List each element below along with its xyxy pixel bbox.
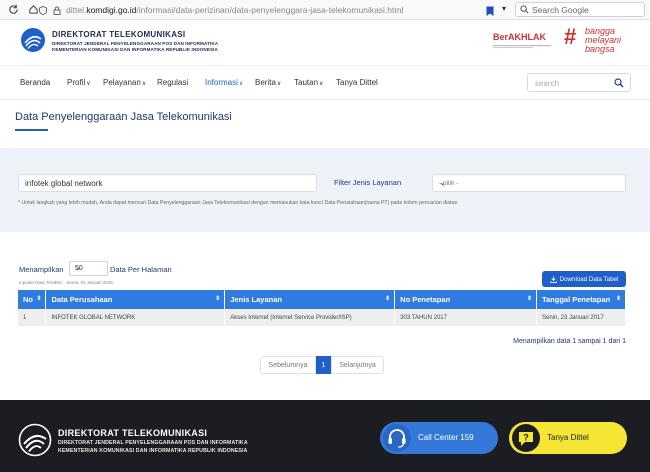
headset-icon [383, 424, 411, 452]
nav-item-beranda[interactable]: Beranda [20, 78, 50, 87]
column-header-data-perusahaan[interactable]: Data Perusahaan ⬍ [45, 290, 226, 309]
kominfo-logo-icon[interactable] [20, 27, 46, 53]
brand-title: DIREKTORAT TELEKOMUNIKASI [52, 30, 186, 39]
search-icon [520, 5, 529, 14]
previous-page-button[interactable]: Sebelumnya [260, 356, 316, 374]
cell-no: 1 [18, 309, 47, 326]
address-bar[interactable]: dittel.komdigi.go.id/informasi/data-peri… [38, 2, 508, 18]
table-row: 1 INFOTEK GLOBAL NETWORK Akses Internet … [18, 309, 627, 326]
cell-tanggal-penetapan: Senin, 23 Januari 2017 [536, 309, 627, 326]
cell-data-perusahaan: INFOTEK GLOBAL NETWORK [45, 309, 226, 326]
browser-search-placeholder: Search Google [532, 4, 589, 15]
tanya-dittel-button[interactable]: ? Tanya Dittel [509, 422, 627, 454]
column-header-no[interactable]: No ⬍ [18, 290, 47, 309]
question-chat-icon: ? [512, 424, 540, 452]
bangga-hash-logo: # [564, 24, 577, 49]
pagination: Sebelumnya 1 Selanjutnya [260, 356, 384, 374]
lock-icon [52, 5, 62, 15]
chevron-down-icon: ∨ [141, 81, 147, 87]
column-header-tanggal-penetapan[interactable]: Tanggal Penetapan ⬍ [536, 290, 627, 309]
table-info: Menampilkan data 1 sampai 1 dari 1 [513, 338, 626, 345]
data-table: No ⬍ Data Perusahaan ⬍ Jenis Layanan ⬍ No P… [18, 290, 627, 326]
search-icon[interactable] [614, 78, 624, 88]
site-header: DIREKTORAT TELEKOMUNIKASI DIREKTORAT JEN… [0, 20, 650, 66]
chevron-down-icon: ∨ [238, 81, 244, 87]
main-navigation: Beranda Profil∨ Pelayanan∨ Regulasi Info… [0, 66, 650, 100]
shield-icon [38, 5, 48, 15]
svg-text:?: ? [523, 433, 529, 443]
chevron-down-icon: ∨ [319, 81, 324, 87]
page-1-button[interactable]: 1 [316, 356, 331, 374]
sort-icon: ⬍ [615, 296, 621, 302]
company-search-input[interactable]: infotek global network [18, 174, 317, 192]
footer-subtitle: DIREKTORAT JENDERAL PENYELENGGARAAN POS … [58, 440, 248, 446]
chevron-down-icon[interactable]: ▾ [502, 4, 506, 13]
brand-subtitle: DIREKTORAT JENDERAL PENYELENGGARAAN POS … [52, 41, 219, 46]
bookmark-icon[interactable] [486, 4, 494, 16]
chevron-down-icon: ⌄ [439, 178, 446, 187]
chevron-down-icon: ∨ [86, 81, 91, 87]
per-page-select[interactable]: 50 ⌄ [69, 261, 108, 276]
site-search-input[interactable]: search [527, 73, 631, 92]
browser-toolbar: dittel.komdigi.go.id/informasi/data-peri… [0, 0, 650, 20]
jenis-layanan-select[interactable]: - pilih - ⌄ [432, 174, 626, 192]
download-table-button[interactable]: Download Data Tabel [542, 271, 626, 287]
nav-item-berita[interactable]: Berita∨ [255, 78, 281, 87]
brand-subtitle-ministry: KEMENTERIAN KOMUNIKASI DAN INFORMATIKA R… [52, 47, 218, 52]
browser-search-input[interactable]: Search Google [515, 2, 645, 17]
company-search-value: infotek global network [25, 179, 103, 188]
footer-subtitle-ministry: KEMENTERIAN KOMUNIKASI DAN INFORMATIKA R… [58, 448, 248, 454]
sort-icon: ⬍ [385, 296, 391, 302]
nav-item-pelayanan[interactable]: Pelayanan∨ [103, 78, 146, 87]
column-header-jenis-layanan[interactable]: Jenis Layanan ⬍ [224, 290, 396, 309]
sort-icon: ⬍ [526, 296, 532, 302]
filter-note: * Untuk langkah yang lebih mudah, Anda d… [18, 200, 458, 206]
bangga-melayani-bangsa-logo: bangga melayani bangsa [585, 26, 622, 54]
last-input-date: Inputan Data Terakhir : Jumat, 03 Januar… [19, 280, 113, 285]
nav-item-tautan[interactable]: Tautan∨ [294, 78, 323, 87]
sort-icon: ⬍ [36, 296, 42, 302]
title-underline [15, 129, 48, 131]
chevron-down-icon: ∨ [276, 81, 282, 87]
nav-item-profil[interactable]: Profil∨ [67, 78, 91, 87]
site-footer: DIREKTORAT TELEKOMUNIKASI DIREKTORAT JEN… [0, 400, 650, 472]
cell-no-penetapan: 303 TAHUN 2017 [394, 309, 537, 326]
cell-jenis-layanan: Akses Internet (Internet Service Provide… [224, 309, 396, 326]
column-header-no-penetapan[interactable]: No Penetapan ⬍ [394, 290, 537, 309]
nav-item-tanya-dittel[interactable]: Tanya Dittel [336, 78, 378, 87]
footer-title: DIREKTORAT TELEKOMUNIKASI [58, 428, 208, 438]
call-center-button[interactable]: Call Center 159 [380, 422, 498, 454]
sort-icon: ⬍ [215, 296, 221, 302]
nav-item-regulasi[interactable]: Regulasi [157, 78, 188, 87]
reload-icon[interactable] [6, 3, 20, 17]
kominfo-logo-icon [18, 423, 52, 457]
nav-item-informasi[interactable]: Informasi∨ [205, 78, 243, 87]
filter-jenis-label: Filter Jenis Layanan [334, 178, 402, 187]
next-page-button[interactable]: Selanjutnya [331, 356, 384, 374]
show-label: Menampilkan [19, 265, 64, 274]
chevron-down-icon: ⌄ [75, 265, 81, 272]
site-search-placeholder: search [535, 79, 560, 88]
berakhlak-logo: BerAKHLAK [493, 32, 553, 49]
filter-section: infotek global network Filter Jenis Laya… [0, 148, 650, 232]
url-text: dittel.komdigi.go.id/informasi/data-peri… [66, 5, 404, 15]
download-icon [549, 275, 557, 283]
page-title: Data Penyelenggaraan Jasa Telekomunikasi [15, 111, 232, 123]
per-page-label: Data Per Halaman [110, 265, 172, 274]
